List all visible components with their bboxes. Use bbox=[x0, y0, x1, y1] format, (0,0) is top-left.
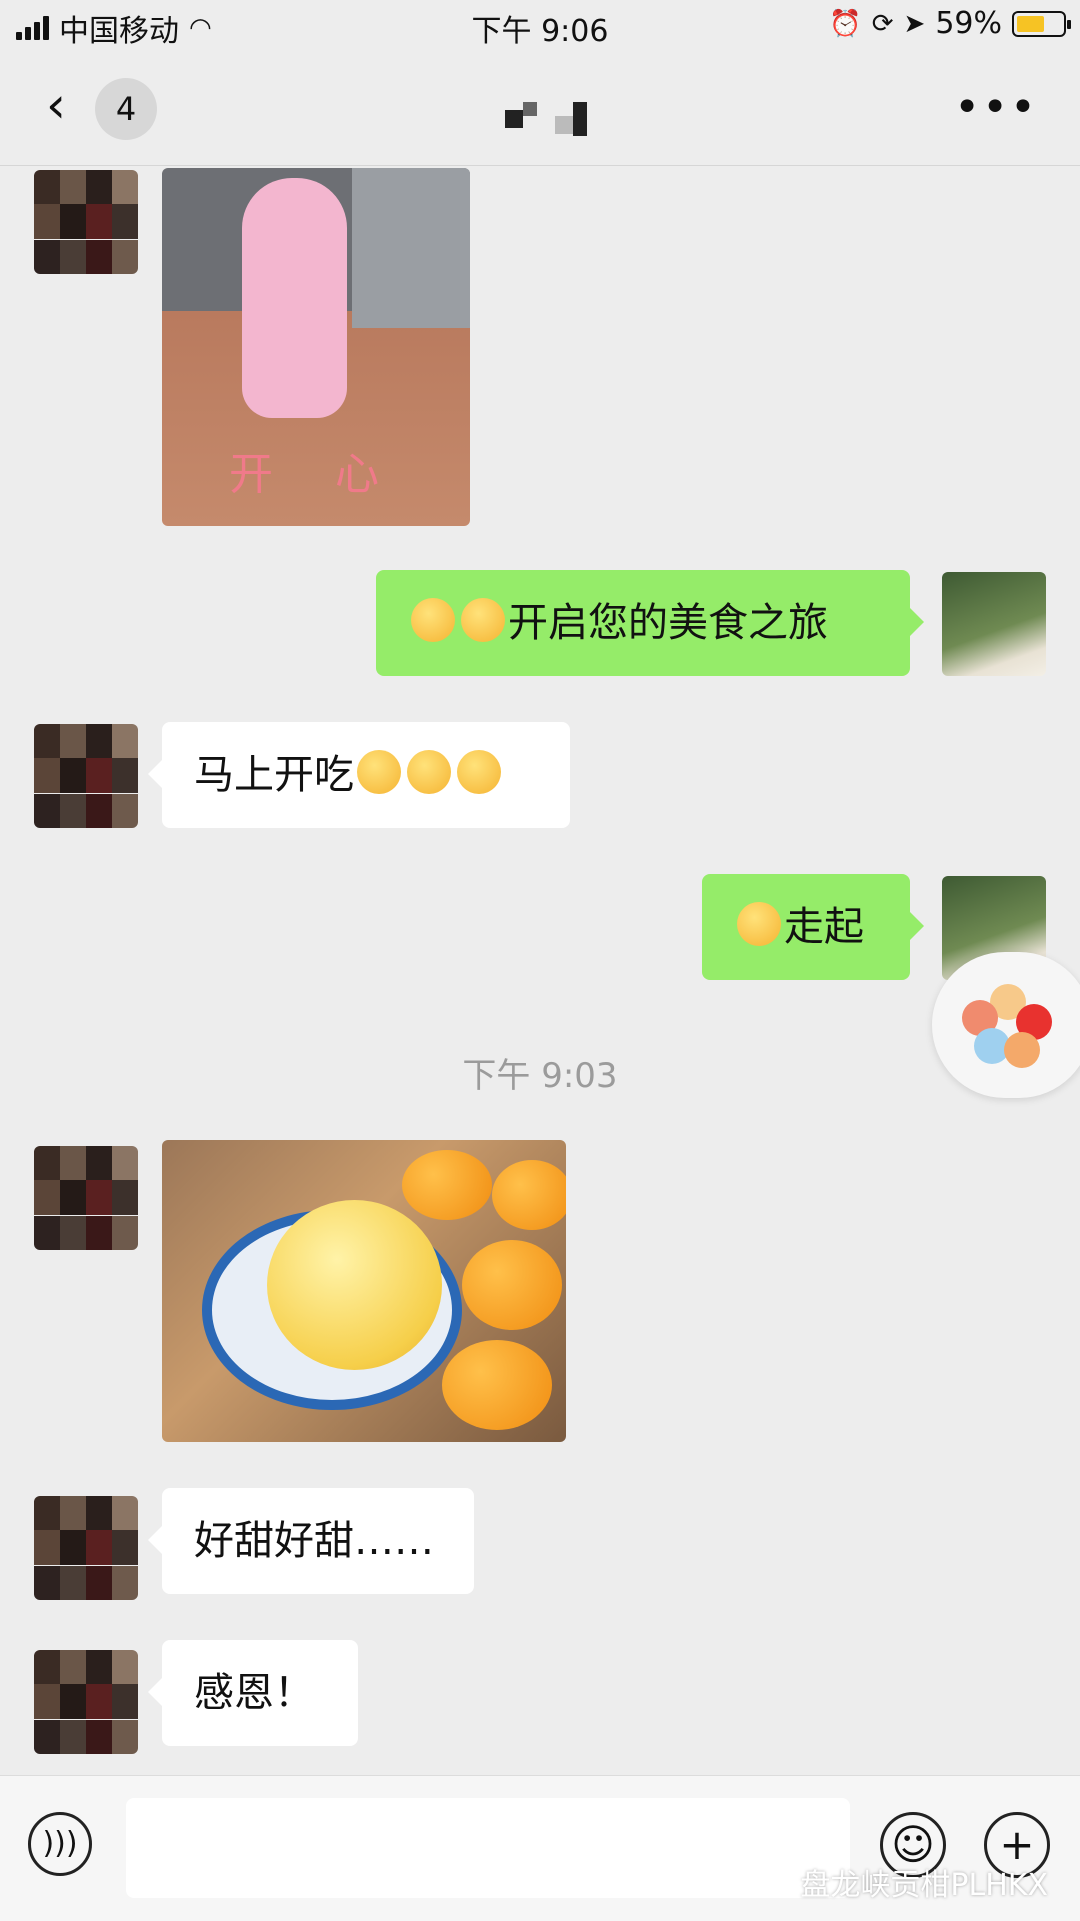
orange-fruit bbox=[462, 1240, 562, 1330]
message-bubble-received[interactable]: 好甜好甜…… bbox=[148, 1488, 474, 1594]
more-horizontal-icon: ••• bbox=[954, 82, 1038, 133]
message-text: 好甜好甜…… bbox=[194, 1518, 434, 1564]
alarm-icon: ⏰ bbox=[829, 8, 862, 39]
message-text: 走起 bbox=[784, 904, 864, 950]
voice-input-button[interactable]: ))) bbox=[28, 1812, 92, 1876]
contact-avatar[interactable] bbox=[34, 170, 138, 274]
emoji-icon bbox=[737, 902, 781, 946]
wechat-official-icon bbox=[748, 1866, 791, 1898]
battery-percent: 59% bbox=[935, 6, 1002, 41]
my-avatar[interactable] bbox=[942, 572, 1046, 676]
watermark: 盘龙峡贡柑PLHKX bbox=[748, 1860, 1048, 1904]
message-image-orange[interactable] bbox=[162, 1140, 566, 1442]
message-text: 感恩！ bbox=[194, 1670, 314, 1716]
battery-icon bbox=[1012, 10, 1071, 37]
message-bubble-sent[interactable]: 开启您的美食之旅 bbox=[376, 570, 924, 676]
status-bar: 中国移动 ◠ 下午 9:06 ⏰ ⟳ ➤ 59% bbox=[0, 0, 1080, 50]
orange-fruit bbox=[402, 1150, 492, 1220]
unread-badge[interactable]: 4 bbox=[95, 78, 157, 140]
watermark-text: 盘龙峡贡柑PLHKX bbox=[800, 1868, 1048, 1903]
input-bar: ))) ☺ + 盘龙峡贡柑PLHKX bbox=[0, 1775, 1080, 1921]
message-text: 马上开吃 bbox=[194, 752, 354, 798]
message-bubble-received[interactable]: 感恩！ bbox=[148, 1640, 358, 1746]
contact-avatar[interactable] bbox=[34, 1650, 138, 1754]
contact-avatar[interactable] bbox=[34, 1496, 138, 1600]
orange-fruit bbox=[442, 1340, 552, 1430]
emoji-icon bbox=[457, 750, 501, 794]
message-bubble-received[interactable]: 马上开吃 bbox=[148, 722, 570, 828]
message-timestamp: 下午 9:03 bbox=[462, 1056, 618, 1096]
more-options-button[interactable]: ••• bbox=[954, 82, 1038, 133]
fridge-shape bbox=[352, 168, 470, 328]
chevron-left-icon: ‹ bbox=[46, 76, 66, 134]
contact-avatar[interactable] bbox=[34, 1146, 138, 1250]
message-input[interactable] bbox=[126, 1798, 850, 1898]
image-caption: 开 心 bbox=[229, 449, 403, 500]
message-text: 开启您的美食之旅 bbox=[508, 600, 828, 646]
peeled-orange bbox=[267, 1200, 442, 1370]
message-bubble-sent[interactable]: 走起 bbox=[702, 874, 924, 980]
chat-title-pixelated bbox=[505, 102, 591, 136]
emoji-icon bbox=[407, 750, 451, 794]
back-button[interactable]: ‹ bbox=[46, 80, 66, 130]
chat-header: ‹ 4 ••• bbox=[0, 50, 1080, 166]
emoji-icon bbox=[461, 598, 505, 642]
orange-fruit bbox=[492, 1160, 566, 1230]
emoji-icon bbox=[357, 750, 401, 794]
emoji-icon bbox=[411, 598, 455, 642]
baby-figure bbox=[242, 178, 347, 418]
rotation-lock-icon: ⟳ bbox=[871, 8, 894, 39]
message-image-baby[interactable]: 开 心 bbox=[162, 168, 470, 526]
voice-icon: ))) bbox=[42, 1826, 78, 1861]
location-icon: ➤ bbox=[903, 8, 926, 39]
contact-avatar[interactable] bbox=[34, 724, 138, 828]
